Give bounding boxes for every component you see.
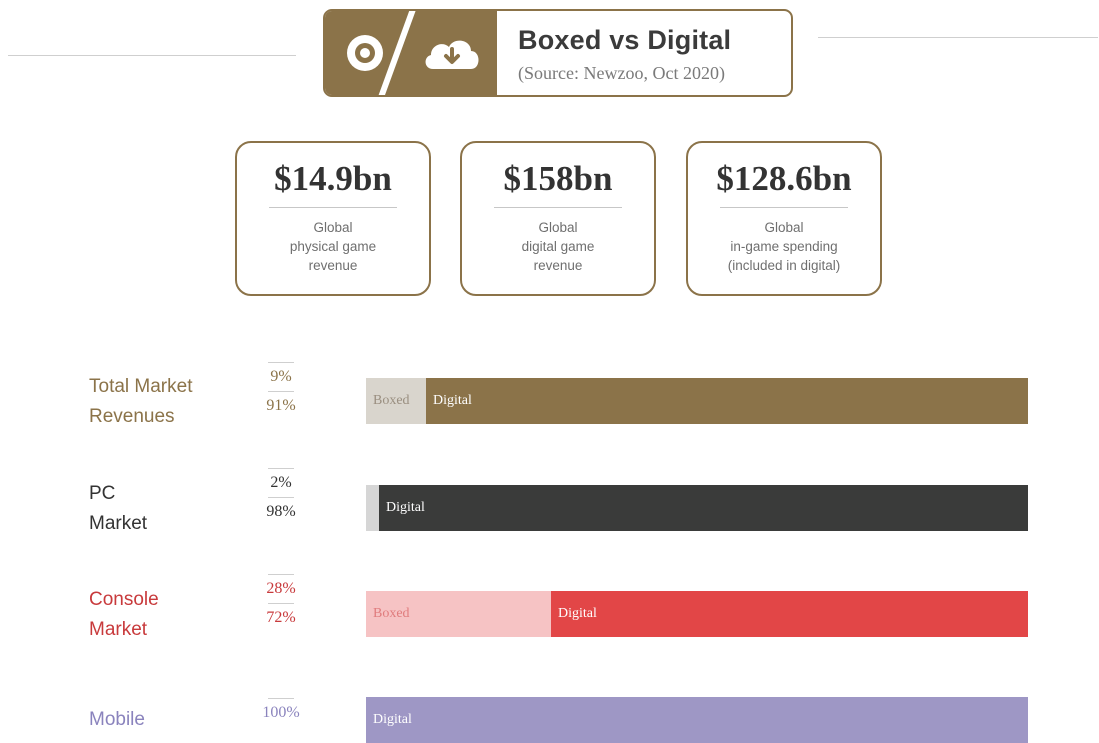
stat-card-ingame: $128.6bn Global in-game spending (includ…: [686, 141, 882, 296]
bar-boxed: [366, 485, 379, 531]
percent-labels: 100%: [258, 698, 304, 727]
bar-digital: Digital: [379, 485, 1028, 531]
stat-divider: [720, 207, 848, 208]
row-label-line: Market: [89, 513, 148, 534]
row-label: Mobile: [89, 705, 145, 735]
header-right-rule: [818, 37, 1098, 38]
disc-icon: [347, 35, 383, 71]
row-label: Total Market Revenues: [89, 372, 192, 432]
bar-row: Digital: [366, 485, 1028, 531]
header-left-rule: [8, 55, 296, 56]
bar-row: Boxed Digital: [366, 378, 1028, 424]
bar-row: Boxed Digital: [366, 591, 1028, 637]
header-banner: Boxed vs Digital (Source: Newzoo, Oct 20…: [323, 9, 793, 97]
stat-divider: [494, 207, 622, 208]
page-title: Boxed vs Digital: [518, 25, 732, 55]
percent-label: 28%: [266, 580, 296, 597]
stat-divider: [269, 207, 397, 208]
cloud-download-icon: [425, 40, 479, 69]
bar-boxed: Boxed: [366, 378, 426, 424]
row-label-line: Console: [89, 589, 159, 610]
row-label-line: Revenues: [89, 406, 175, 427]
bar-row: Digital: [366, 697, 1028, 743]
percent-label: 9%: [270, 368, 292, 385]
percent-label: 2%: [270, 474, 292, 491]
bar-digital: Digital: [366, 697, 1028, 743]
row-label: Console Market: [89, 585, 159, 645]
percent-labels: 9% 91%: [258, 362, 304, 420]
row-label-line: Total Market: [89, 376, 193, 397]
percent-label: 91%: [266, 397, 296, 414]
percent-label: 98%: [266, 503, 296, 520]
stat-value: $128.6bn: [716, 159, 852, 198]
row-label-line: Mobile: [89, 709, 145, 730]
percent-labels: 2% 98%: [258, 468, 304, 526]
percent-label: 100%: [262, 704, 300, 721]
stat-description: Global digital game revenue: [521, 220, 595, 273]
stat-value: $158bn: [503, 159, 613, 198]
stat-description: Global physical game revenue: [289, 220, 377, 273]
stat-card-digital: $158bn Global digital game revenue: [460, 141, 656, 296]
source-note: (Source: Newzoo, Oct 2020): [518, 63, 725, 83]
stat-card-physical: $14.9bn Global physical game revenue: [235, 141, 431, 296]
row-label-line: PC: [89, 483, 116, 504]
percent-labels: 28% 72%: [258, 574, 304, 632]
stat-value: $14.9bn: [274, 159, 392, 198]
percent-label: 72%: [266, 609, 296, 626]
stat-description: Global in-game spending (included in dig…: [727, 220, 841, 273]
bar-boxed: Boxed: [366, 591, 551, 637]
row-label: PC Market: [89, 479, 147, 539]
bar-digital: Digital: [551, 591, 1028, 637]
row-label-line: Market: [89, 619, 148, 640]
bar-digital: Digital: [426, 378, 1028, 424]
